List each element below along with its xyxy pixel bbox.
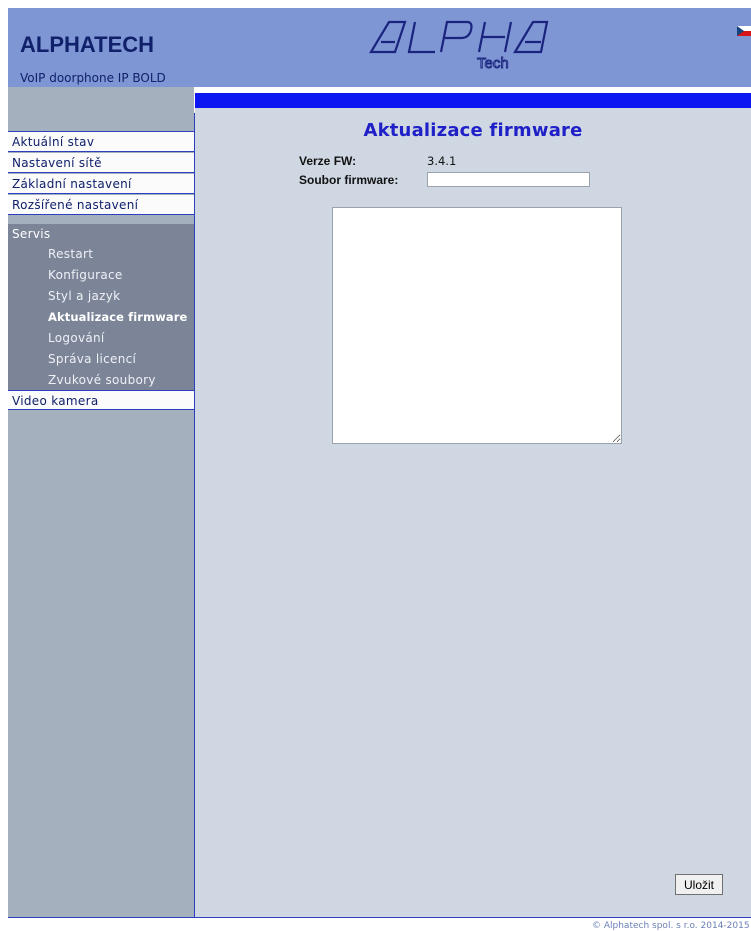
firmware-file-input[interactable]: [427, 172, 590, 187]
sidebar-spacer: [8, 87, 194, 113]
sidebar-item-servis[interactable]: Servis: [12, 227, 50, 241]
sidebar-group-servis: Servis Restart Konfigurace Styl a jazyk …: [8, 224, 194, 390]
sidebar-item-network-settings[interactable]: Nastavení sítě: [8, 153, 194, 173]
header-brand-panel: ALPHATECH VoIP doorphone IP BOLD: [8, 8, 195, 87]
fw-version-label: Verze FW:: [299, 154, 357, 168]
svg-text:Tech: Tech: [477, 55, 509, 72]
sidebar-subitem-style-language[interactable]: Styl a jazyk: [48, 289, 120, 303]
sidebar-item-current-state[interactable]: Aktuální stav: [8, 132, 194, 152]
sidebar-subitem-configuration[interactable]: Konfigurace: [48, 268, 123, 282]
czech-flag-icon[interactable]: [737, 26, 751, 36]
firmware-file-label: Soubor firmware:: [299, 173, 399, 187]
header-logo-panel: Tech: [195, 8, 751, 87]
alphatech-logo: Tech: [369, 20, 549, 72]
sidebar-subitem-sound-files[interactable]: Zvukové soubory: [48, 373, 156, 387]
brand-subtitle: VoIP doorphone IP BOLD: [20, 71, 166, 85]
sidebar-item-advanced-settings[interactable]: Rozšířené nastavení: [8, 195, 194, 215]
sidebar-subitem-license-management[interactable]: Správa licencí: [48, 352, 136, 366]
brand-title: ALPHATECH: [20, 32, 155, 57]
sidebar-subitem-restart[interactable]: Restart: [48, 247, 93, 261]
fw-version-value: 3.4.1: [427, 154, 457, 168]
footer-divider: [8, 917, 751, 918]
sidebar-item-video-camera[interactable]: Video kamera: [8, 390, 194, 410]
sidebar-subitem-logging[interactable]: Logování: [48, 331, 105, 345]
sidebar-item-basic-settings[interactable]: Základní nastavení: [8, 174, 194, 194]
sidebar-subitem-firmware-update[interactable]: Aktualizace firmware: [48, 310, 187, 324]
page-title: Aktualizace firmware: [363, 120, 583, 141]
update-log-textarea[interactable]: [332, 207, 622, 444]
save-button[interactable]: Uložit: [675, 874, 723, 895]
footer-copyright: © Alphatech spol. s r.o. 2014-2015: [592, 921, 750, 931]
main-panel: Aktualizace firmware Verze FW: 3.4.1 Sou…: [195, 108, 751, 917]
sidebar: Aktuální stav Nastavení sítě Základní na…: [8, 113, 196, 917]
accent-bar: [195, 93, 751, 108]
